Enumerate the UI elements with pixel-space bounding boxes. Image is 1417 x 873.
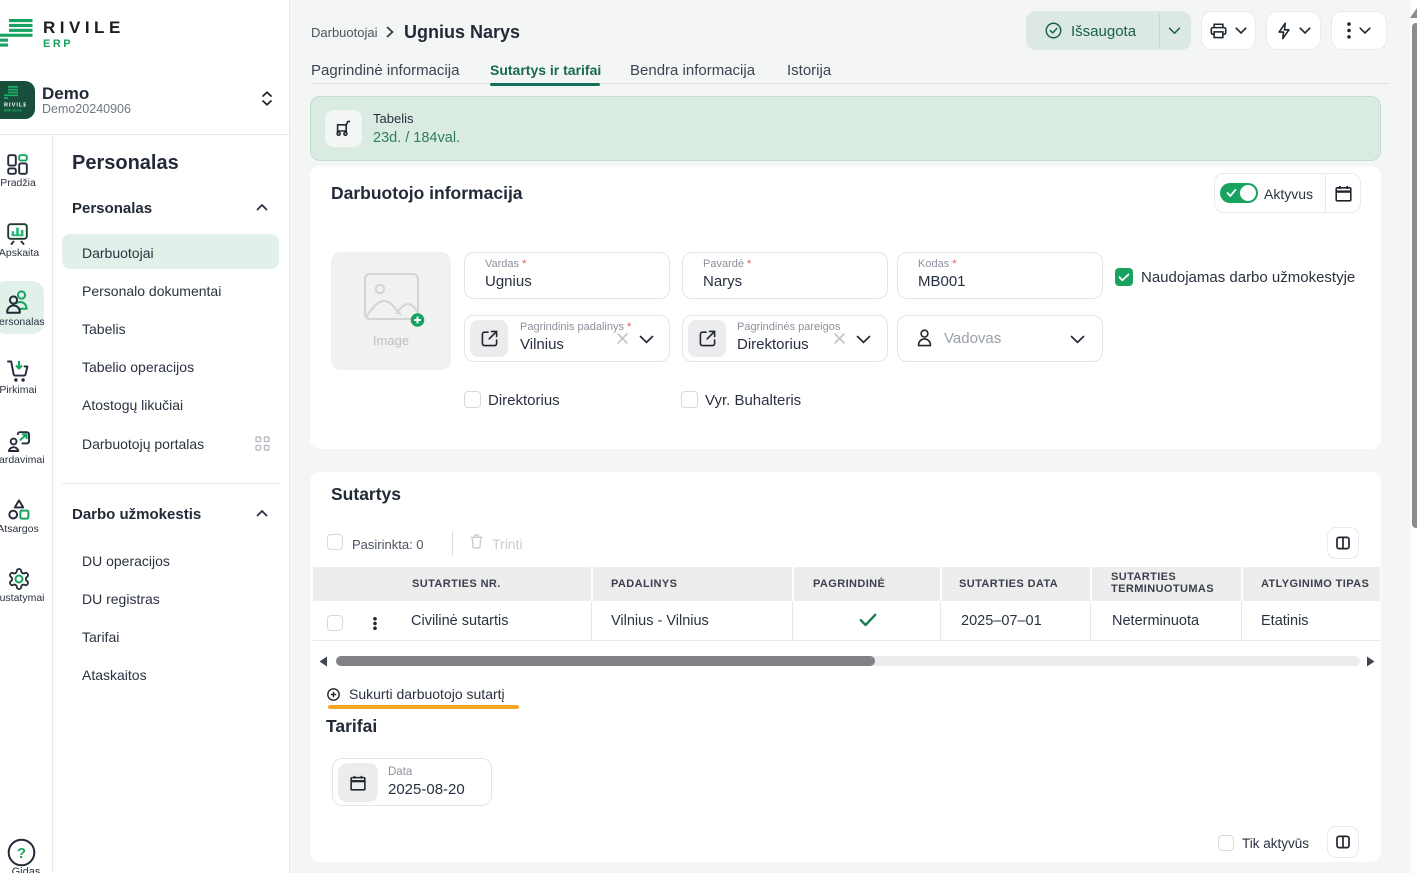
svg-text:?: ? xyxy=(17,845,26,862)
svg-text:ERP demo: ERP demo xyxy=(4,109,23,113)
